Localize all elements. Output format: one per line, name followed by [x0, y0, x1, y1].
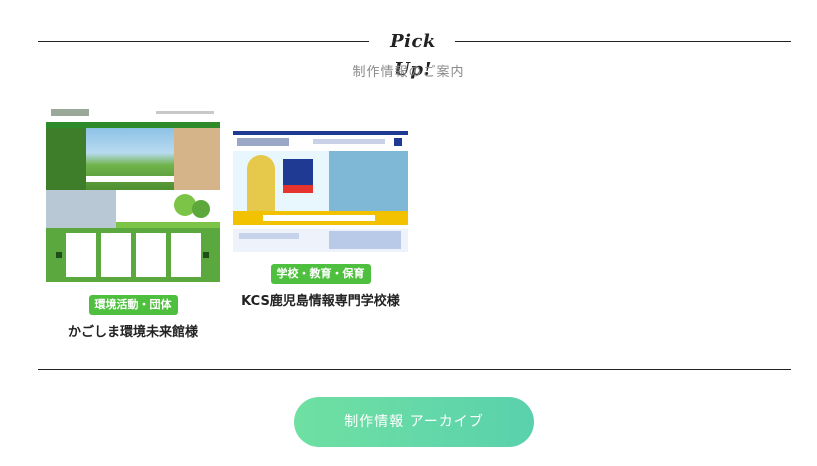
work-title[interactable]: KCS鹿児島情報専門学校様: [233, 290, 408, 309]
section-subtitle: 制作情報のご案内: [352, 65, 465, 80]
category-badge: 環境活動・団体: [88, 295, 178, 315]
section-divider: [38, 369, 791, 370]
work-thumbnail[interactable]: [233, 131, 408, 252]
work-thumbnail[interactable]: [46, 106, 220, 282]
heading-rule-right: [455, 41, 791, 42]
category-badge: 学校・教育・保育: [270, 264, 371, 284]
work-title[interactable]: かごしま環境未来館様: [46, 321, 220, 340]
work-card[interactable]: 環境活動・団体 かごしま環境未来館様: [46, 106, 220, 340]
heading-rule-left: [38, 41, 369, 42]
archive-button[interactable]: 制作情報 アーカイブ: [294, 397, 534, 447]
work-card[interactable]: 学校・教育・保育 KCS鹿児島情報専門学校様: [233, 131, 408, 309]
pickup-heading: Pick Up!: [38, 28, 791, 80]
section-title: Pick Up!: [390, 31, 436, 80]
